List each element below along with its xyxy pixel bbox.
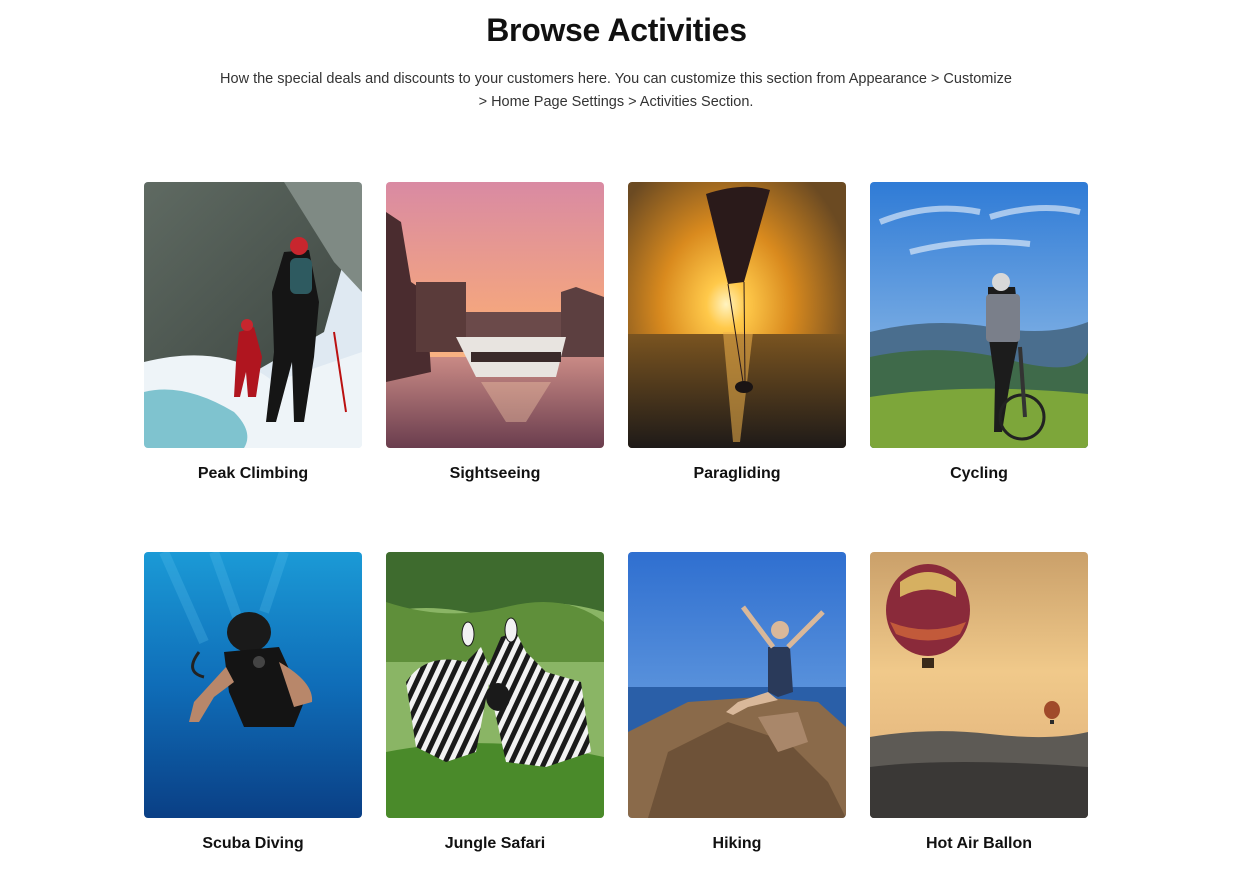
activity-label-hot-air-ballon[interactable]: Hot Air Ballon xyxy=(870,835,1088,853)
activity-card-hot-air-ballon[interactable]: Hot Air Ballon xyxy=(870,552,1088,853)
hiking-image[interactable] xyxy=(628,552,846,818)
sightseeing-image[interactable] xyxy=(386,182,604,448)
cycling-image[interactable] xyxy=(870,182,1088,448)
scuba-diving-image[interactable] xyxy=(144,552,362,818)
hot-air-ballon-image[interactable] xyxy=(870,552,1088,818)
activity-label-cycling[interactable]: Cycling xyxy=(870,465,1088,483)
activity-label-sightseeing[interactable]: Sightseeing xyxy=(386,465,604,483)
activity-card-paragliding[interactable]: Paragliding xyxy=(628,182,846,483)
section-description: How the special deals and discounts to y… xyxy=(220,71,1012,110)
activity-label-paragliding[interactable]: Paragliding xyxy=(628,465,846,483)
activity-card-jungle-safari[interactable]: Jungle Safari xyxy=(386,552,604,853)
activity-label-peak-climbing[interactable]: Peak Climbing xyxy=(144,465,362,483)
activity-card-cycling[interactable]: Cycling xyxy=(870,182,1088,483)
activity-card-peak-climbing[interactable]: Peak Climbing xyxy=(144,182,362,483)
section-title: Browse Activities xyxy=(486,12,747,48)
activity-card-hiking[interactable]: Hiking xyxy=(628,552,846,853)
activity-card-scuba-diving[interactable]: Scuba Diving xyxy=(144,552,362,853)
activity-label-scuba-diving[interactable]: Scuba Diving xyxy=(144,835,362,853)
jungle-safari-image[interactable] xyxy=(386,552,604,818)
activity-card-sightseeing[interactable]: Sightseeing xyxy=(386,182,604,483)
activity-label-hiking[interactable]: Hiking xyxy=(628,835,846,853)
activity-label-jungle-safari[interactable]: Jungle Safari xyxy=(386,835,604,853)
peak-climbing-image[interactable] xyxy=(144,182,362,448)
paragliding-image[interactable] xyxy=(628,182,846,448)
